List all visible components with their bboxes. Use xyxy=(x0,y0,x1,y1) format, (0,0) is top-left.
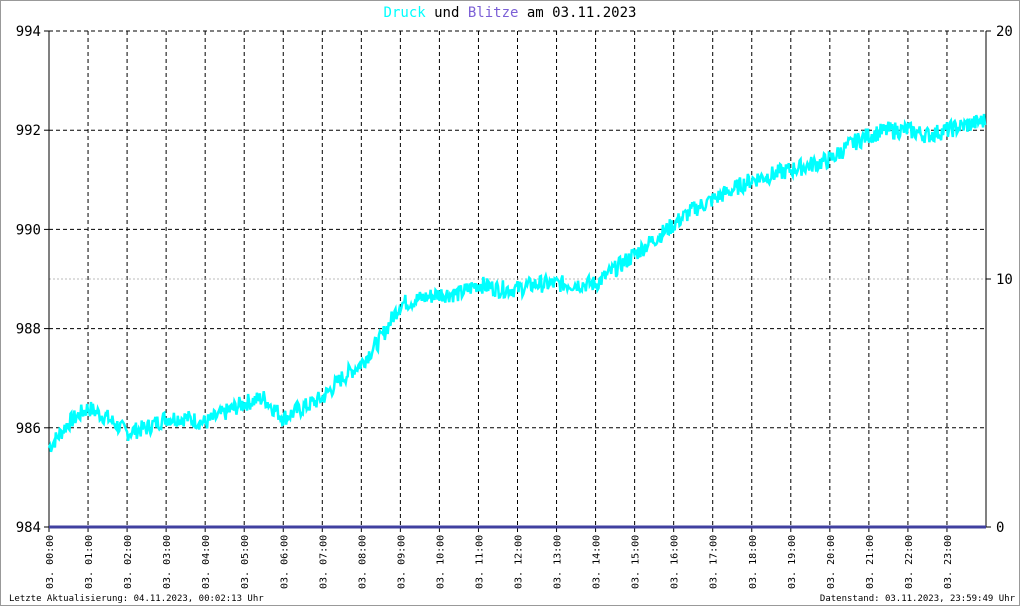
x-tick-label: 03. 14:00 xyxy=(592,535,603,589)
chart-window: Druck und Blitze am 03.11.2023 984 986 988… xyxy=(0,0,1020,606)
data-timestamp-text: Datenstand: 03.11.2023, 23:59:49 Uhr xyxy=(819,594,1015,604)
y-right-tick-label: 10 xyxy=(996,272,1013,288)
x-tick-label: 03. 10:00 xyxy=(435,535,446,589)
x-tick-label: 03. 05:00 xyxy=(240,535,251,589)
x-tick-label: 03. 03:00 xyxy=(162,535,173,589)
pressure-chart: 984 986 988 990 992 994 0 10 20 03. 00:00 03. 01:0… xyxy=(16,24,1013,589)
x-tick-label: 03. 15:00 xyxy=(631,535,642,589)
x-tick-label: 03. 16:00 xyxy=(670,535,681,589)
y-tick-label: 988 xyxy=(16,322,41,338)
y-tick-label: 992 xyxy=(16,123,41,139)
x-tick-label: 03. 23:00 xyxy=(943,535,954,589)
x-tick-label: 03. 20:00 xyxy=(826,535,837,589)
y-right-tick-label: 20 xyxy=(996,24,1013,40)
x-tick-label: 03. 02:00 xyxy=(123,535,134,589)
x-tick-label: 03. 21:00 xyxy=(865,535,876,589)
x-tick-label: 03. 19:00 xyxy=(787,535,798,589)
x-tick-label: 03. 13:00 xyxy=(553,535,564,589)
x-tick-label: 03. 08:00 xyxy=(357,535,368,589)
x-tick-label: 03. 22:00 xyxy=(904,535,915,589)
y-tick-label: 994 xyxy=(16,24,41,40)
last-update-text: Letzte Aktualisierung: 04.11.2023, 00:02… xyxy=(9,594,264,604)
x-tick-label: 03. 12:00 xyxy=(514,535,525,589)
x-tick-label: 03. 07:00 xyxy=(318,535,329,589)
x-tick-label: 03. 09:00 xyxy=(396,535,407,589)
x-tick-label: 03. 01:00 xyxy=(84,535,95,589)
x-tick-label: 03. 06:00 xyxy=(279,535,290,589)
x-tick-label: 03. 11:00 xyxy=(474,535,485,589)
y-tick-label: 990 xyxy=(16,222,41,238)
y-tick-label: 986 xyxy=(16,421,41,437)
x-tick-label: 03. 17:00 xyxy=(709,535,720,589)
y-tick-label: 984 xyxy=(16,520,41,536)
x-tick-label: 03. 04:00 xyxy=(201,535,212,589)
x-tick-label: 03. 18:00 xyxy=(748,535,759,589)
x-tick-label: 03. 00:00 xyxy=(45,535,56,589)
y-right-tick-label: 0 xyxy=(996,520,1004,536)
